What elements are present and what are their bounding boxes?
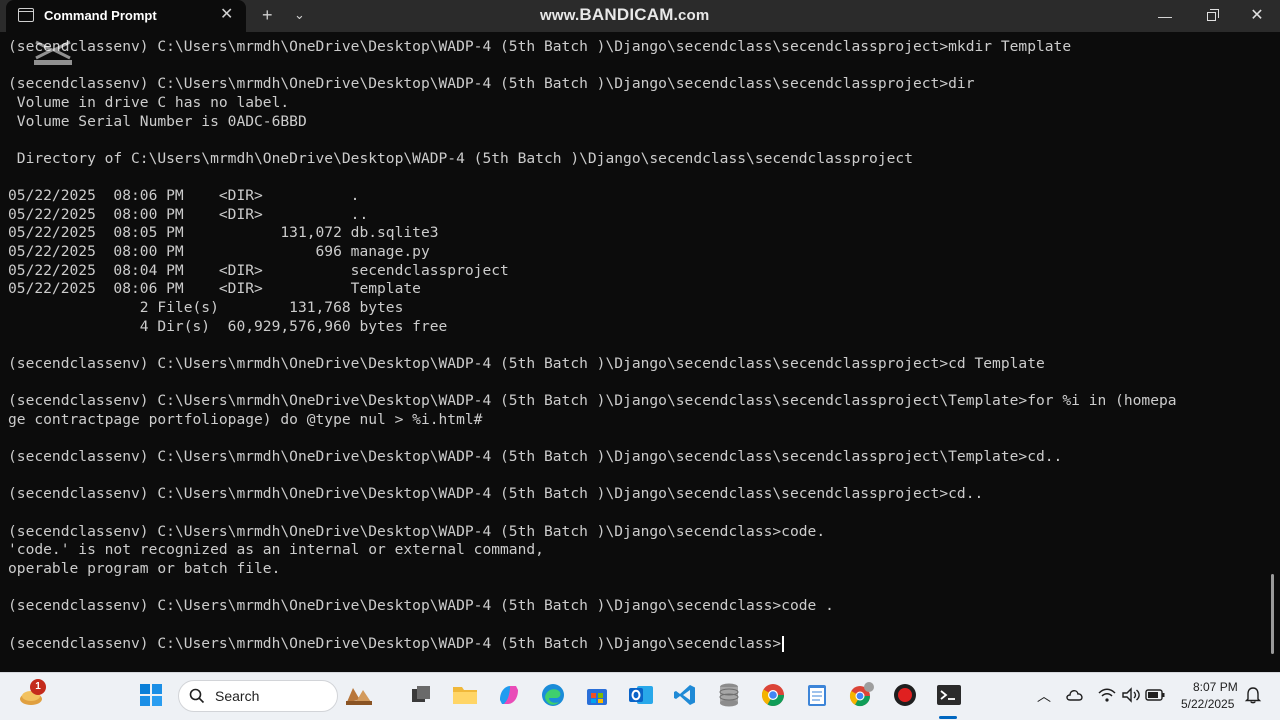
terminal-line: 05/22/2025 08:00 PM 696 manage.py xyxy=(8,243,430,261)
clock-time[interactable]: 8:07 PM xyxy=(1193,680,1238,694)
show-hidden-icons-chevron-icon[interactable]: ︿ xyxy=(1037,686,1051,706)
terminal-line: 05/22/2025 08:05 PM 131,072 db.sqlite3 xyxy=(8,224,439,242)
tab-command-prompt[interactable]: Command Prompt ✕ xyxy=(6,0,246,32)
terminal-line: 05/22/2025 08:06 PM <DIR> . xyxy=(8,187,360,205)
terminal-line: Directory of C:\Users\mrmdh\OneDrive\Des… xyxy=(8,149,913,167)
terminal-line: operable program or batch file. xyxy=(8,559,281,577)
clock-date[interactable]: 5/22/2025 xyxy=(1181,697,1234,711)
title-bar: Command Prompt ✕ + ⌄ www.BANDICAM.com — … xyxy=(0,0,1280,32)
outlook-icon[interactable] xyxy=(626,680,656,710)
recorder-icon[interactable] xyxy=(890,680,920,710)
chrome-icon[interactable] xyxy=(758,680,788,710)
terminal-line: 05/22/2025 08:04 PM <DIR> secendclasspro… xyxy=(8,261,509,279)
tab-dropdown-button[interactable]: ⌄ xyxy=(294,6,305,24)
terminal-line: 2 File(s) 131,768 bytes xyxy=(8,298,404,316)
widgets-badge: 1 xyxy=(30,679,46,695)
battery-icon[interactable] xyxy=(1142,680,1168,710)
copilot-icon[interactable] xyxy=(494,680,524,710)
terminal-line: (secendclassenv) C:\Users\mrmdh\OneDrive… xyxy=(8,392,1177,410)
tab-close-button[interactable]: ✕ xyxy=(220,6,233,24)
tab-title: Command Prompt xyxy=(44,8,157,23)
task-view-icon[interactable] xyxy=(406,680,436,710)
maximize-button[interactable] xyxy=(1188,0,1234,32)
chrome-profile-icon[interactable] xyxy=(846,680,876,710)
minimize-button[interactable]: — xyxy=(1142,0,1188,32)
terminal-line: (secendclassenv) C:\Users\mrmdh\OneDrive… xyxy=(8,522,826,540)
terminal-line: (secendclassenv) C:\Users\mrmdh\OneDrive… xyxy=(8,597,834,615)
start-icon[interactable] xyxy=(136,680,166,710)
capcut-logo-icon xyxy=(34,40,72,65)
wifi-icon[interactable] xyxy=(1094,680,1120,710)
notepad-icon[interactable] xyxy=(802,680,832,710)
terminal-line: ge contractpage portfoliopage) do @type … xyxy=(8,410,483,428)
scrollbar-thumb[interactable] xyxy=(1271,574,1274,654)
volume-icon[interactable] xyxy=(1118,680,1144,710)
search-placeholder: Search xyxy=(215,688,260,704)
terminal-line: (secendclassenv) C:\Users\mrmdh\OneDrive… xyxy=(8,635,1258,654)
new-tab-button[interactable]: + xyxy=(262,4,273,26)
vscode-icon[interactable] xyxy=(670,680,700,710)
search-icon xyxy=(189,688,205,704)
file-explorer-icon[interactable] xyxy=(450,680,480,710)
terminal-line: (secendclassenv) C:\Users\mrmdh\OneDrive… xyxy=(8,38,1072,55)
terminal-line: (secendclassenv) C:\Users\mrmdh\OneDrive… xyxy=(8,485,984,503)
terminal-line: (secendclassenv) C:\Users\mrmdh\OneDrive… xyxy=(8,75,975,93)
terminal-output[interactable]: (secendclassenv) C:\Users\mrmdh\OneDrive… xyxy=(8,38,1258,668)
active-app-indicator xyxy=(939,716,957,719)
notification-bell-icon[interactable] xyxy=(1240,680,1266,710)
edge-icon[interactable] xyxy=(538,680,568,710)
terminal-line: Volume in drive C has no label. xyxy=(8,93,290,111)
terminal-line: 4 Dir(s) 60,929,576,960 bytes free xyxy=(8,317,448,335)
database-icon[interactable] xyxy=(714,680,744,710)
close-button[interactable]: ✕ xyxy=(1234,0,1280,32)
restore-icon xyxy=(1206,9,1219,21)
terminal-line: 05/22/2025 08:00 PM <DIR> .. xyxy=(8,205,369,223)
terminal-line: 05/22/2025 08:06 PM <DIR> Template xyxy=(8,280,421,298)
store-icon[interactable] xyxy=(582,680,612,710)
terminal-line: (secendclassenv) C:\Users\mrmdh\OneDrive… xyxy=(8,354,1045,372)
terminal-icon[interactable] xyxy=(934,680,964,710)
terminal-line: (secendclassenv) C:\Users\mrmdh\OneDrive… xyxy=(8,448,1063,466)
text-cursor xyxy=(782,635,785,652)
search-box[interactable]: Search xyxy=(178,680,338,712)
search-highlight-icon[interactable] xyxy=(344,680,374,710)
terminal-line: Volume Serial Number is 0ADC-6BBD xyxy=(8,112,307,130)
terminal-line: 'code.' is not recognized as an internal… xyxy=(8,541,544,559)
bandicam-watermark: www.BANDICAM.com xyxy=(540,5,710,24)
cloud-icon[interactable] xyxy=(1062,680,1088,710)
terminal-tab-icon xyxy=(18,8,34,22)
